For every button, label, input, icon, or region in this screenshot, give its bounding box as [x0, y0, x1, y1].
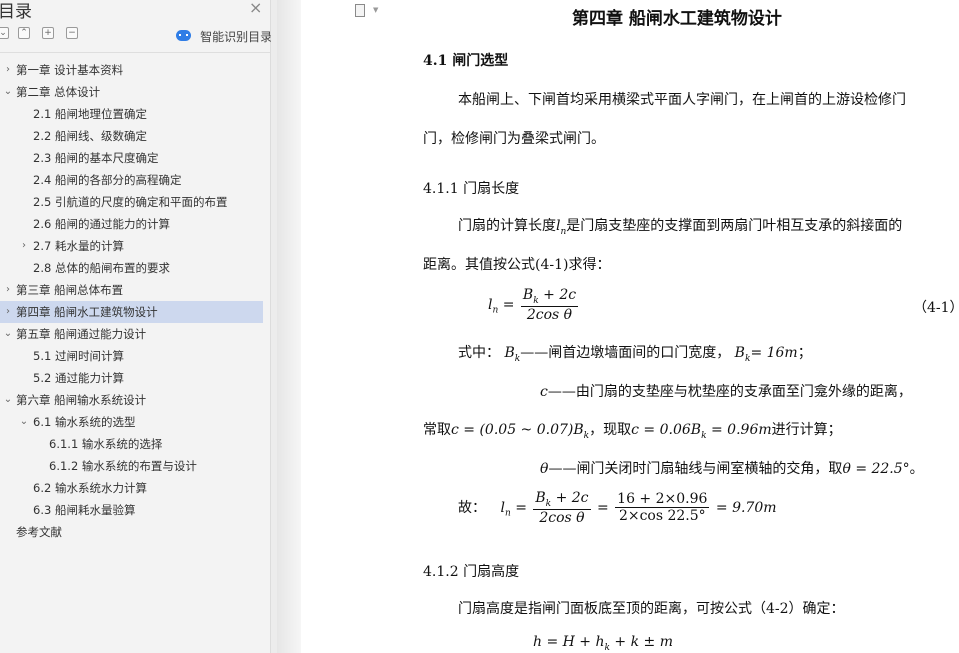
toc-item[interactable]: › 2.7 耗水量的计算 — [0, 235, 263, 257]
toc-item[interactable]: 2.6 船闸的通过能力的计算 — [0, 213, 263, 235]
toc-divider — [0, 52, 270, 53]
toc-item[interactable]: › 第三章 船闸总体布置 — [0, 279, 263, 301]
toc-item[interactable]: 6.1.1 输水系统的选择 — [0, 433, 263, 455]
toc-pane: 目录 × ⌄ ⌃ + − 智能识别目录 › 第一章 设计基本资料 ⌄ 第二章 总体设计… — [0, 0, 272, 653]
paragraph: 门扇高度是指闸门面板底至顶的距离，可按公式（4-2）确定： — [458, 601, 845, 617]
variable-definition: 式中： Bk——闸首边墩墙面间的口门宽度， Bk= 16m； — [458, 345, 812, 364]
toc-item[interactable]: 6.2 输水系统水力计算 — [0, 477, 263, 499]
toc-item[interactable]: 2.2 船闸线、级数确定 — [0, 125, 263, 147]
paragraph: 常取c = (0.05 ~ 0.07)Bk，现取c = 0.06Bk = 0.9… — [423, 422, 842, 441]
equation-4-1: ln = Bk + 2c 2cos θ — [488, 287, 579, 323]
smart-toc-button[interactable]: 智能识别目录 — [176, 26, 272, 44]
toc-item[interactable]: ⌄ 6.1 输水系统的选型 — [0, 411, 263, 433]
variable-definition: c——由门扇的支垫座与枕垫座的支承面至门龛外缘的距离， — [540, 384, 912, 400]
calculation-equation: 故： ln = Bk + 2c 2cos θ = 16 + 2×0.96 2×c… — [458, 490, 777, 526]
chevron-down-icon[interactable]: ⌄ — [18, 411, 30, 433]
toc-item[interactable]: 6.1.2 输水系统的布置与设计 — [0, 455, 263, 477]
toc-item-label: 6.1.1 输水系统的选择 — [49, 437, 163, 451]
chevron-right-icon[interactable]: › — [2, 301, 14, 323]
expand-all-button[interactable]: ⌃ — [18, 27, 30, 39]
chapter-title: 第四章 船闸水工建筑物设计 — [572, 9, 782, 29]
variable-definition: θ——闸门关闭时门扇轴线与闸室横轴的交角，取θ = 22.5°。 — [540, 461, 924, 477]
toc-item[interactable]: 参考文献 — [0, 521, 263, 543]
document-icon[interactable]: ▼ — [355, 4, 378, 18]
toc-item-label: 2.2 船闸线、级数确定 — [33, 129, 147, 143]
toc-item-label: 5.1 过闸时间计算 — [33, 349, 124, 363]
paragraph: 门，检修闸门为叠梁式闸门。 — [423, 131, 605, 147]
toc-item[interactable]: 2.8 总体的船闸布置的要求 — [0, 257, 263, 279]
toc-item-label: 参考文献 — [16, 525, 62, 539]
toc-header: 目录 × ⌄ ⌃ + − 智能识别目录 — [0, 0, 272, 52]
close-icon[interactable]: × — [249, 0, 262, 17]
toc-item-label: 第一章 设计基本资料 — [16, 63, 124, 77]
toc-item-label: 6.3 船闸耗水量验算 — [33, 503, 136, 517]
section-4-1-title: 4.1 闸门选型 — [423, 53, 509, 69]
page-gutter — [277, 0, 301, 653]
toc-item[interactable]: ⌄ 第六章 船闸输水系统设计 — [0, 389, 263, 411]
chevron-right-icon[interactable]: › — [2, 279, 14, 301]
toc-item[interactable]: ⌄ 第二章 总体设计 — [0, 81, 263, 103]
smart-toc-label: 智能识别目录 — [200, 30, 273, 44]
equation-4-2: h = H + hk + k ± m — [533, 634, 674, 653]
toc-item[interactable]: 5.1 过闸时间计算 — [0, 345, 263, 367]
section-4-1-2-title: 4.1.2 门扇高度 — [423, 564, 520, 580]
toc-item-label: 第三章 船闸总体布置 — [16, 283, 124, 297]
toc-item[interactable]: › 第四章 船闸水工建筑物设计 — [0, 301, 263, 323]
chevron-down-icon[interactable]: ⌄ — [2, 389, 14, 411]
toc-item-label: 6.1 输水系统的选型 — [33, 415, 136, 429]
paragraph: 门扇的计算长度ln是门扇支垫座的支撑面到两扇门叶相互支承的斜接面的 — [458, 218, 903, 237]
toc-item-label: 2.7 耗水量的计算 — [33, 239, 124, 253]
toc-item-label: 6.2 输水系统水力计算 — [33, 481, 147, 495]
toc-item[interactable]: 6.3 船闸耗水量验算 — [0, 499, 263, 521]
paragraph: 距离。其值按公式(4-1)求得： — [423, 257, 611, 273]
toc-item-label: 2.3 船闸的基本尺度确定 — [33, 151, 159, 165]
toc-item[interactable]: 2.3 船闸的基本尺度确定 — [0, 147, 263, 169]
toc-item-label: 第五章 船闸通过能力设计 — [16, 327, 147, 341]
document-page: ▼ 第四章 船闸水工建筑物设计 4.1 闸门选型 本船闸上、下闸首均采用横梁式平… — [301, 0, 959, 653]
equation-number: （4-1） — [913, 300, 959, 316]
toc-item-label: 6.1.2 输水系统的布置与设计 — [49, 459, 197, 473]
toc-item[interactable]: 2.1 船闸地理位置确定 — [0, 103, 263, 125]
toc-item-label: 2.1 船闸地理位置确定 — [33, 107, 147, 121]
collapse-all-button[interactable]: ⌄ — [0, 27, 9, 39]
section-4-1-1-title: 4.1.1 门扇长度 — [423, 181, 520, 197]
toc-item-label: 2.6 船闸的通过能力的计算 — [33, 217, 170, 231]
toc-item-label: 第四章 船闸水工建筑物设计 — [16, 305, 158, 319]
toc-item-label: 第六章 船闸输水系统设计 — [16, 393, 147, 407]
chevron-down-icon[interactable]: ⌄ — [2, 81, 14, 103]
toc-item[interactable]: › 第一章 设计基本资料 — [0, 59, 263, 81]
smart-recognition-icon — [176, 30, 191, 41]
toc-item[interactable]: ⌄ 第五章 船闸通过能力设计 — [0, 323, 263, 345]
toc-item[interactable]: 2.5 引航道的尺度的确定和平面的布置 — [0, 191, 263, 213]
toc-title: 目录 — [0, 2, 32, 22]
paragraph: 本船闸上、下闸首均采用横梁式平面人字闸门，在上闸首的上游设检修门 — [458, 92, 906, 108]
add-heading-button[interactable]: + — [42, 27, 54, 39]
chevron-down-icon[interactable]: ⌄ — [2, 323, 14, 345]
toc-item-label: 2.5 引航道的尺度的确定和平面的布置 — [33, 195, 228, 209]
toc-item[interactable]: 2.4 船闸的各部分的高程确定 — [0, 169, 263, 191]
toc-item[interactable]: 5.2 通过能力计算 — [0, 367, 263, 389]
remove-heading-button[interactable]: − — [66, 27, 78, 39]
toc-item-label: 5.2 通过能力计算 — [33, 371, 124, 385]
toc-item-label: 第二章 总体设计 — [16, 85, 101, 99]
chevron-right-icon[interactable]: › — [18, 235, 30, 257]
toc-item-label: 2.4 船闸的各部分的高程确定 — [33, 173, 182, 187]
chevron-right-icon[interactable]: › — [2, 59, 14, 81]
toc-item-label: 2.8 总体的船闸布置的要求 — [33, 261, 170, 275]
